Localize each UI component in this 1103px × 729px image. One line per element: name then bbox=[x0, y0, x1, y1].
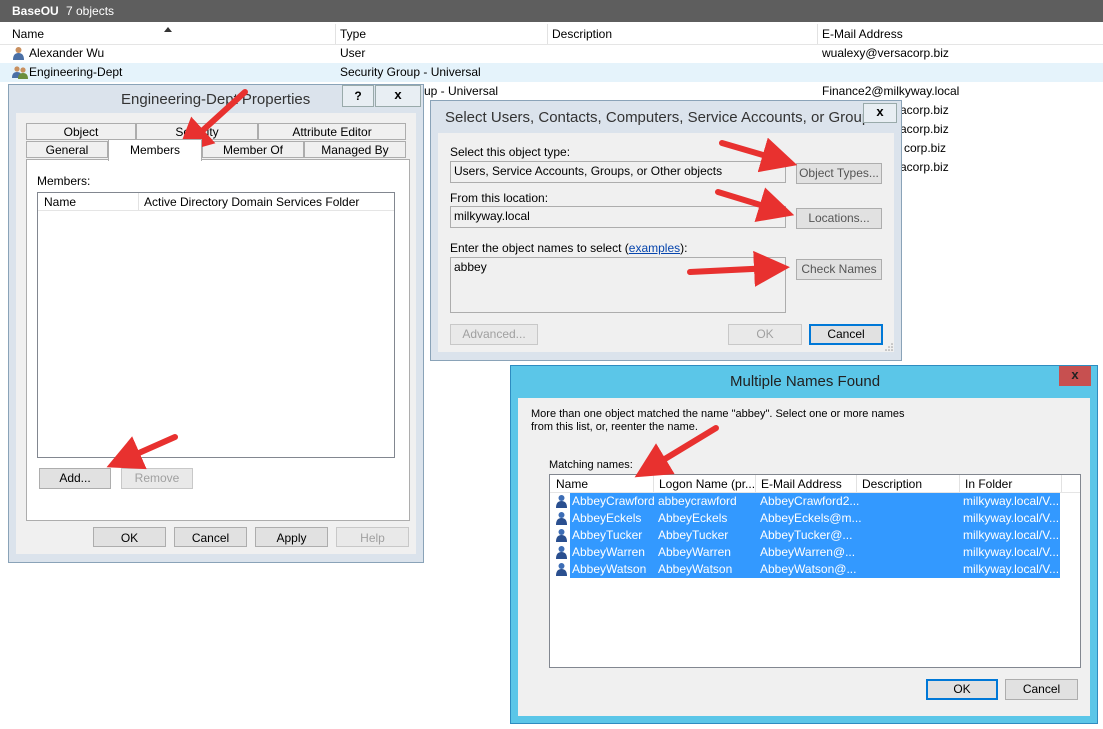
tab-members[interactable]: Members bbox=[108, 139, 202, 161]
arrow-to-add-button bbox=[106, 434, 178, 470]
annotation-arrows bbox=[106, 89, 798, 478]
arrow-to-members-tab bbox=[176, 89, 248, 155]
arrow-to-matching-names bbox=[634, 425, 719, 478]
arrow-to-locations bbox=[715, 187, 795, 222]
arrow-to-object-types bbox=[719, 137, 798, 173]
arrow-to-check-names bbox=[687, 250, 790, 287]
